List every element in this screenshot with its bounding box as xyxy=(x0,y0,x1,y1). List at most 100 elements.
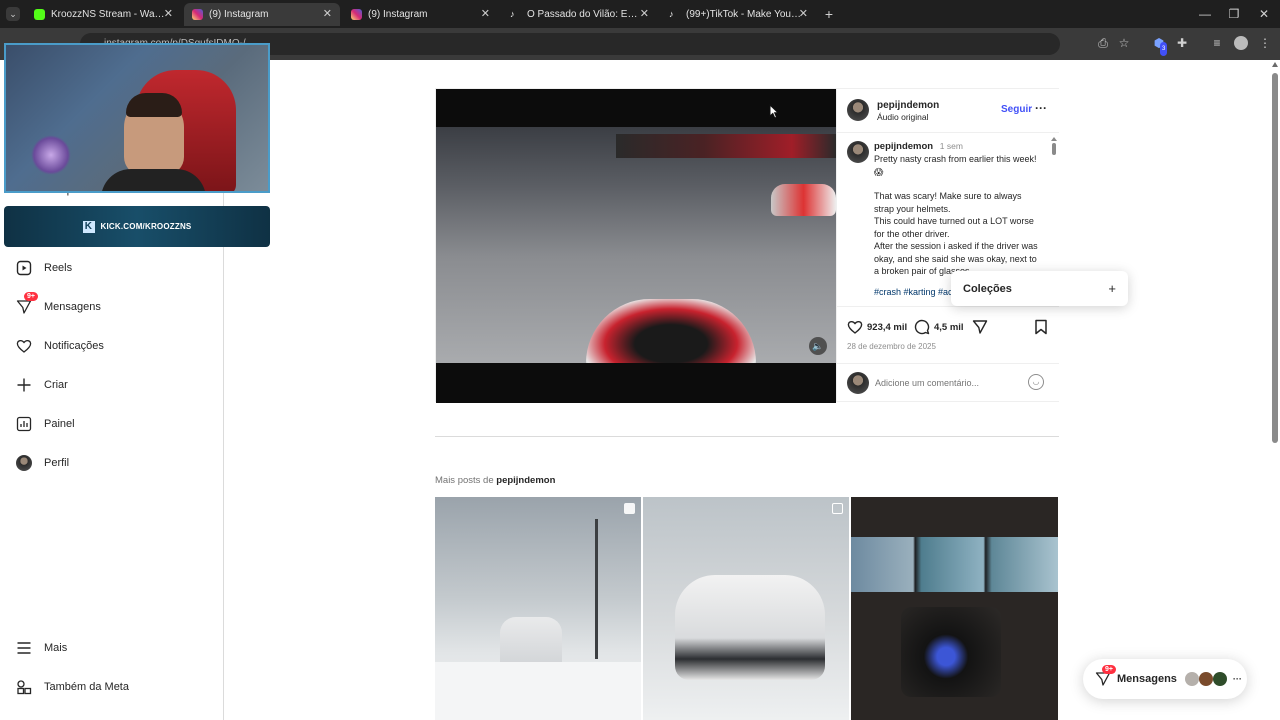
tab-tiktok[interactable]: ♪ (99+)TikTok - Make Your Day ✕ xyxy=(661,3,816,26)
caption-avatar[interactable] xyxy=(847,141,869,163)
like-icon[interactable] xyxy=(847,319,863,340)
close-icon[interactable]: ✕ xyxy=(323,7,332,20)
comment-icon[interactable] xyxy=(914,319,930,340)
menu-icon xyxy=(16,640,32,656)
mouse-cursor xyxy=(769,103,780,124)
more-options-icon[interactable]: ··· xyxy=(1035,101,1047,115)
close-icon[interactable]: ✕ xyxy=(640,7,649,20)
instagram-icon xyxy=(351,9,362,20)
tab-instagram[interactable]: (9) Instagram ✕ xyxy=(343,3,498,26)
post-modal: 🔈 pepijndemon Áudio original Seguir ··· … xyxy=(435,88,1059,403)
tiktok-icon: ♪ xyxy=(669,9,680,20)
post-thumbnail[interactable] xyxy=(851,497,1058,720)
save-icon[interactable] xyxy=(1034,319,1048,340)
meta-icon xyxy=(16,679,32,695)
close-icon[interactable]: ✕ xyxy=(799,7,808,20)
streamer-shirt xyxy=(101,169,206,191)
sidebar-item-also-from-meta[interactable]: Também da Meta xyxy=(16,676,129,698)
post-thumbnail[interactable] xyxy=(643,497,849,720)
sidebar-item-dashboard[interactable]: Painel xyxy=(16,413,75,435)
section-divider xyxy=(435,436,1059,437)
volume-button[interactable]: 🔈 xyxy=(809,337,827,355)
extension-icon[interactable]: ⬢ 3 xyxy=(1152,36,1168,56)
other-kart xyxy=(771,184,836,216)
minimize-icon[interactable]: — xyxy=(1198,7,1212,21)
messages-pill-more[interactable]: ··· xyxy=(1233,674,1242,684)
close-icon[interactable]: ✕ xyxy=(481,7,490,20)
follow-button[interactable]: Seguir xyxy=(1001,104,1032,115)
plus-icon xyxy=(16,377,32,393)
media-icon[interactable]: ≡ xyxy=(1210,36,1224,50)
streamer-hair xyxy=(126,93,182,117)
desk-lamp xyxy=(31,135,71,175)
post-video[interactable]: 🔈 xyxy=(436,89,836,403)
sidebar-item-notifications[interactable]: Notificações xyxy=(16,335,104,357)
like-count[interactable]: 923,4 mil xyxy=(867,322,907,333)
author-username[interactable]: pepijndemon xyxy=(877,100,939,111)
install-icon[interactable]: ⎙ xyxy=(1096,36,1110,50)
audio-label[interactable]: Áudio original xyxy=(877,112,929,122)
kebab-menu-icon[interactable]: ⋮ xyxy=(1258,36,1272,50)
collections-label: Coleções xyxy=(963,282,1012,295)
add-collection-button[interactable]: + xyxy=(1108,281,1116,296)
instagram-icon xyxy=(192,9,203,20)
sidebar-item-reels[interactable]: Reels xyxy=(16,257,72,279)
caption-header: pepijndemon 1 sem xyxy=(874,141,1042,152)
messages-icon: 9+ xyxy=(1095,665,1116,687)
scroll-thumb[interactable] xyxy=(1272,73,1278,443)
comment-box: ◡ xyxy=(837,363,1059,401)
sidebar-item-messages[interactable]: 9+ Mensagens xyxy=(16,292,101,318)
tiktok-icon: ♪ xyxy=(510,9,521,20)
bookmark-star-icon[interactable]: ☆ xyxy=(1117,36,1131,50)
avatar xyxy=(16,455,32,471)
new-tab-button[interactable]: + xyxy=(822,7,836,21)
sidebar-item-profile[interactable]: Perfil xyxy=(16,452,69,474)
scroll-up-arrow[interactable] xyxy=(1272,62,1278,67)
tab-kick-stream[interactable]: KroozzNS Stream - Watch Live ✕ xyxy=(26,3,181,26)
restore-icon[interactable]: ❐ xyxy=(1227,7,1241,21)
messages-icon: 9+ xyxy=(16,292,38,315)
comment-count[interactable]: 4,5 mil xyxy=(934,322,964,333)
comment-input[interactable] xyxy=(875,374,1025,392)
more-posts-prefix: Mais posts de xyxy=(435,475,494,486)
scroll-thumb[interactable] xyxy=(1052,143,1056,155)
tab-instagram-active[interactable]: (9) Instagram ✕ xyxy=(184,3,340,26)
profile-avatar[interactable] xyxy=(1234,36,1248,50)
kick-icon xyxy=(34,9,45,20)
kick-banner: K KICK.COM/KROOZZNS xyxy=(4,206,270,247)
more-posts-username[interactable]: pepijndemon xyxy=(496,475,555,486)
tab-search-icon[interactable]: ⌄ xyxy=(6,7,20,21)
reels-icon xyxy=(16,260,32,276)
puzzle-icon[interactable]: ✚ xyxy=(1175,36,1189,50)
emoji-icon[interactable]: ◡ xyxy=(1028,374,1044,390)
heart-icon xyxy=(16,338,32,354)
tab-tiktok-video[interactable]: ♪ O Passado do Vilão: Entenda a ✕ xyxy=(502,3,657,26)
page-scrollbar[interactable] xyxy=(1272,62,1278,720)
collections-popup[interactable]: Coleções + xyxy=(951,271,1128,306)
scroll-up-arrow[interactable] xyxy=(1051,137,1057,141)
post-date: 28 de dezembro de 2025 xyxy=(847,342,936,351)
extension-badge: 3 xyxy=(1160,42,1168,56)
white-golf xyxy=(675,575,825,680)
sidebar-item-label: Criar xyxy=(44,379,68,391)
sim-rig xyxy=(901,607,1001,697)
sidebar-item-label: Mais xyxy=(44,642,68,654)
tab-title: KroozzNS Stream - Watch Live xyxy=(51,9,166,20)
tab-title: (99+)TikTok - Make Your Day xyxy=(686,9,801,20)
track-barrier xyxy=(616,134,836,158)
window-close-icon[interactable]: ✕ xyxy=(1257,7,1271,21)
close-icon[interactable]: ✕ xyxy=(164,7,173,20)
more-posts-heading: Mais posts de pepijndemon xyxy=(435,475,555,486)
avatar xyxy=(1198,672,1213,686)
author-avatar[interactable] xyxy=(847,99,869,121)
sidebar-item-label: Perfil xyxy=(44,457,70,469)
messages-pill[interactable]: 9+ Mensagens ··· xyxy=(1083,659,1247,699)
kick-logo-icon: K xyxy=(82,220,95,233)
post-thumbnail[interactable] xyxy=(435,497,641,720)
messages-pill-label: Mensagens xyxy=(1117,673,1177,685)
caption-username[interactable]: pepijndemon xyxy=(874,141,933,152)
share-icon[interactable] xyxy=(972,319,988,340)
sidebar-item-create[interactable]: Criar xyxy=(16,374,68,396)
caption-line-1: Pretty nasty crash from earlier this wee… xyxy=(874,154,1037,177)
sidebar-item-more[interactable]: Mais xyxy=(16,637,67,659)
